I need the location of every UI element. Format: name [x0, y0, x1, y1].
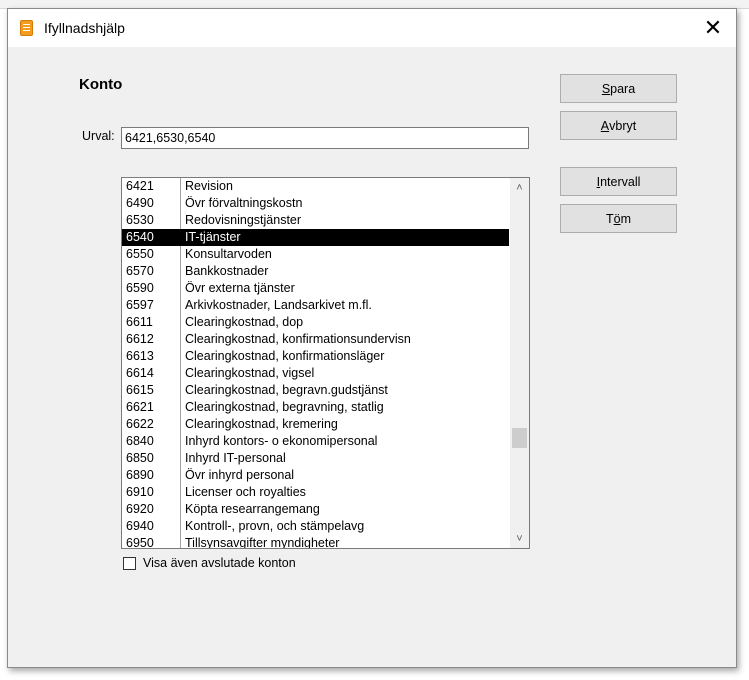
account-name: Clearingkostnad, kremering	[185, 417, 338, 431]
account-code: 6920	[126, 502, 154, 516]
account-code: 6950	[126, 536, 154, 549]
account-row[interactable]: 6421 Revision	[122, 178, 509, 195]
account-row[interactable]: 6613 Clearingkostnad, konfirmationsläger	[122, 348, 509, 365]
account-code: 6621	[126, 400, 154, 414]
account-row[interactable]: 6612 Clearingkostnad, konfirmationsunderv…	[122, 331, 509, 348]
account-code: 6490	[126, 196, 154, 210]
account-name: Revision	[185, 179, 233, 193]
account-code: 6530	[126, 213, 154, 227]
scroll-thumb[interactable]	[512, 428, 527, 448]
cancel-button-accel: A	[600, 118, 610, 133]
clear-button-label-pre: T	[605, 211, 614, 226]
account-row[interactable]: 6622 Clearingkostnad, kremering	[122, 416, 509, 433]
account-row[interactable]: 6920 Köpta researrangemang	[122, 501, 509, 518]
show-closed-accounts-option[interactable]: Visa även avslutade konton	[123, 556, 296, 570]
account-code: 6613	[126, 349, 154, 363]
interval-button[interactable]: Intervall	[560, 167, 677, 196]
account-row[interactable]: 6910 Licenser och royalties	[122, 484, 509, 501]
account-row[interactable]: 6597 Arkivkostnader, Landsarkivet m.fl.	[122, 297, 509, 314]
account-code: 6850	[126, 451, 154, 465]
account-code: 6890	[126, 468, 154, 482]
account-code: 6622	[126, 417, 154, 431]
account-name: Arkivkostnader, Landsarkivet m.fl.	[185, 298, 372, 312]
account-name: Inhyrd kontors- o ekonomipersonal	[185, 434, 378, 448]
account-name: Clearingkostnad, konfirmationsläger	[185, 349, 385, 363]
account-name: Övr externa tjänster	[185, 281, 295, 295]
account-row[interactable]: 6530 Redovisningstjänster	[122, 212, 509, 229]
account-name: Inhyrd IT-personal	[185, 451, 286, 465]
title-bar[interactable]: Ifyllnadshjälp ✕	[8, 9, 736, 47]
account-code: 6615	[126, 383, 154, 397]
account-code: 6940	[126, 519, 154, 533]
account-name: IT-tjänster	[185, 230, 241, 244]
account-code: 6570	[126, 264, 154, 278]
account-name: Redovisningstjänster	[185, 213, 302, 227]
account-code: 6590	[126, 281, 154, 295]
section-heading: Konto	[79, 76, 123, 93]
account-name: Clearingkostnad, begravning, statlig	[185, 400, 384, 414]
clear-button-label-post: m	[620, 211, 631, 226]
account-name: Clearingkostnad, vigsel	[185, 366, 315, 380]
account-row[interactable]: 6490 Övr förvaltningskostn	[122, 195, 509, 212]
account-row[interactable]: 6590 Övr externa tjänster	[122, 280, 509, 297]
account-code: 6421	[126, 179, 154, 193]
account-name: Kontroll-, provn, och stämpelavg	[185, 519, 365, 533]
account-code: 6611	[126, 315, 153, 329]
window-title: Ifyllnadshjälp	[44, 20, 125, 36]
app-notebook-icon	[20, 20, 33, 36]
dialog-window: Ifyllnadshjälp ✕ Konto Urval: Spara Avbr…	[7, 8, 737, 668]
save-button-accel: S	[601, 81, 611, 96]
urval-input[interactable]	[121, 127, 529, 149]
account-name: Licenser och royalties	[185, 485, 306, 499]
interval-button-label: ntervall	[600, 174, 641, 189]
account-code: 6550	[126, 247, 154, 261]
account-name: Konsultarvoden	[185, 247, 272, 261]
account-name: Övr förvaltningskostn	[185, 196, 303, 210]
account-row[interactable]: 6611 Clearingkostnad, dop	[122, 314, 509, 331]
show-closed-accounts-checkbox[interactable]	[123, 556, 136, 570]
scroll-up-icon[interactable]: ˄	[510, 179, 529, 196]
account-code: 6614	[126, 366, 154, 380]
close-button[interactable]: ✕	[690, 9, 736, 47]
account-row[interactable]: 6550 Konsultarvoden	[122, 246, 509, 263]
account-name: Övr inhyrd personal	[185, 468, 295, 482]
account-code: 6840	[126, 434, 154, 448]
account-name: Clearingkostnad, begravn.gudstjänst	[185, 383, 388, 397]
account-row[interactable]: 6615 Clearingkostnad, begravn.gudstjänst	[122, 382, 509, 399]
save-button[interactable]: Spara	[560, 74, 677, 103]
account-name: Clearingkostnad, dop	[185, 315, 304, 329]
account-list[interactable]: 6421 Revision 6490 Övr förvaltningskostn 653…	[121, 177, 530, 549]
cancel-button-label: vbryt	[609, 118, 637, 133]
clear-button-accel: ö	[613, 211, 621, 226]
account-row[interactable]: 6614 Clearingkostnad, vigsel	[122, 365, 509, 382]
account-row[interactable]: 6621 Clearingkostnad, begravning, statlig	[122, 399, 509, 416]
account-code: 6612	[126, 332, 154, 346]
account-code: 6910	[126, 485, 154, 499]
urval-label: Urval:	[82, 129, 115, 143]
account-name: Tillsynsavgifter myndigheter	[185, 536, 340, 549]
account-name: Bankkostnader	[185, 264, 269, 278]
account-row[interactable]: 6950 Tillsynsavgifter myndigheter	[122, 535, 509, 549]
account-row[interactable]: 6940 Kontroll-, provn, och stämpelavg	[122, 518, 509, 535]
account-row[interactable]: 6850 Inhyrd IT-personal	[122, 450, 509, 467]
account-name: Köpta researrangemang	[185, 502, 320, 516]
clear-button[interactable]: Töm	[560, 204, 677, 233]
account-code: 6540	[126, 230, 154, 244]
save-button-label: para	[610, 81, 636, 96]
scroll-down-icon[interactable]: ˅	[510, 530, 529, 547]
vertical-scrollbar[interactable]: ˄ ˅	[510, 178, 529, 548]
account-rows: 6421 Revision 6490 Övr förvaltningskostn 653…	[122, 178, 509, 549]
account-code: 6597	[126, 298, 154, 312]
cancel-button[interactable]: Avbryt	[560, 111, 677, 140]
account-row[interactable]: 6890 Övr inhyrd personal	[122, 467, 509, 484]
account-name: Clearingkostnad, konfirmationsundervisn	[185, 332, 411, 346]
account-row[interactable]: 6840 Inhyrd kontors- o ekonomipersonal	[122, 433, 509, 450]
account-row[interactable]: 6570 Bankkostnader	[122, 263, 509, 280]
account-row[interactable]: 6540 IT-tjänster	[122, 229, 509, 246]
show-closed-accounts-label: Visa även avslutade konton	[143, 556, 296, 570]
